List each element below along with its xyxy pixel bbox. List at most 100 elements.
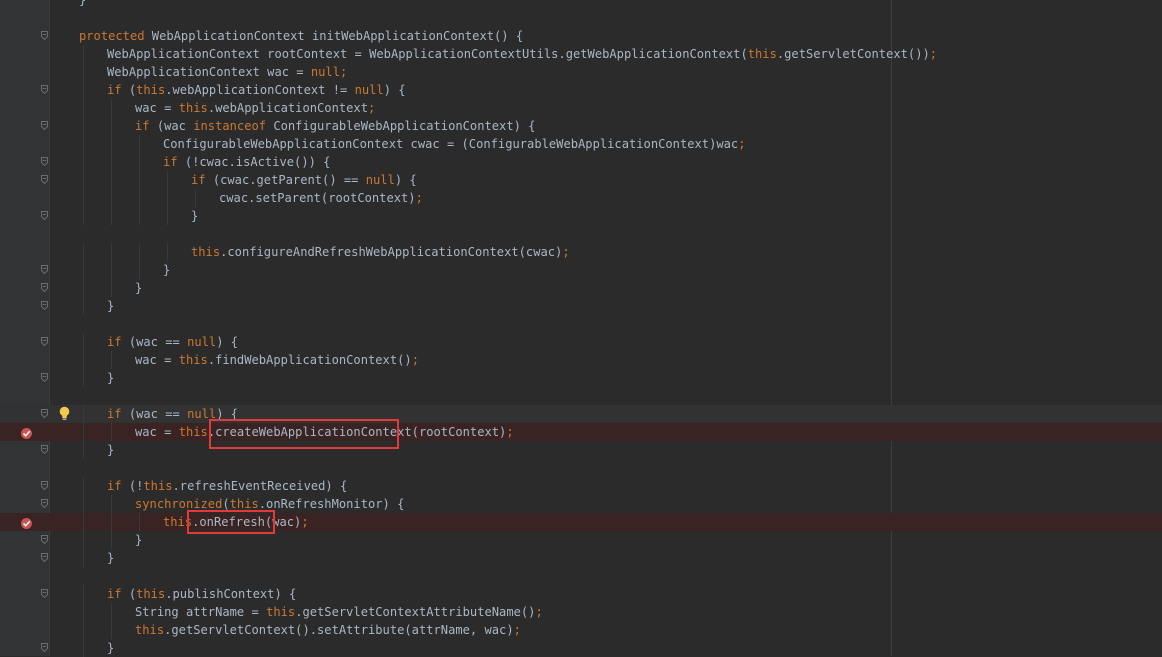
code-line[interactable]: } — [0, 531, 1162, 549]
code-text: protected WebApplicationContext initWebA… — [79, 27, 523, 45]
code-line[interactable]: wac = this.findWebApplicationContext(); — [0, 351, 1162, 369]
fold-marker-icon[interactable] — [41, 445, 48, 454]
keyword-token: ; — [513, 623, 521, 637]
keyword-token: this — [747, 47, 777, 61]
indent-guide — [83, 495, 84, 513]
code-line[interactable]: this.getServletContext().setAttribute(at… — [0, 621, 1162, 639]
code-text: } — [107, 639, 114, 657]
code-token: ) { — [216, 335, 239, 349]
code-token: } — [135, 533, 143, 547]
fold-marker-icon[interactable] — [41, 643, 48, 652]
code-line[interactable]: if (!cwac.isActive()) { — [0, 153, 1162, 171]
code-line[interactable]: WebApplicationContext rootContext = WebA… — [0, 45, 1162, 63]
fold-marker-icon[interactable] — [41, 211, 48, 220]
code-editor[interactable]: } protected WebApplicationContext initWeb… — [0, 0, 1162, 657]
intention-bulb-icon[interactable] — [58, 406, 71, 421]
fold-marker-icon[interactable] — [41, 337, 48, 346]
code-line[interactable]: } — [0, 639, 1162, 657]
indent-guide — [83, 585, 84, 603]
code-text: } — [79, 0, 86, 9]
code-token: ) { — [383, 83, 406, 97]
code-token: ( — [121, 587, 137, 601]
keyword-token: ; — [301, 515, 309, 529]
code-line[interactable]: if (!this.refreshEventReceived) { — [0, 477, 1162, 495]
indent-guide — [111, 261, 112, 279]
code-line[interactable]: } — [0, 369, 1162, 387]
code-line[interactable]: if (wac == null) { — [0, 333, 1162, 351]
breakpoint-icon[interactable] — [20, 515, 33, 529]
fold-marker-icon[interactable] — [41, 283, 48, 292]
code-line[interactable]: synchronized(this.onRefreshMonitor) { — [0, 495, 1162, 513]
code-line[interactable] — [0, 387, 1162, 405]
fold-marker-icon[interactable] — [41, 589, 48, 598]
keyword-token: if — [107, 335, 122, 349]
keyword-token: ; — [415, 191, 423, 205]
fold-marker-icon[interactable] — [41, 265, 48, 274]
code-line[interactable]: cwac.setParent(rootContext); — [0, 189, 1162, 207]
code-text: if (wac instanceof ConfigurableWebApplic… — [135, 117, 535, 135]
code-line[interactable]: String attrName = this.getServletContext… — [0, 603, 1162, 621]
fold-marker-icon[interactable] — [41, 31, 48, 40]
fold-marker-icon[interactable] — [41, 553, 48, 562]
code-line[interactable]: WebApplicationContext wac = null; — [0, 63, 1162, 81]
code-line[interactable]: ConfigurableWebApplicationContext cwac =… — [0, 135, 1162, 153]
code-line[interactable]: wac = this.createWebApplicationContext(r… — [0, 423, 1162, 441]
code-line[interactable]: } — [0, 261, 1162, 279]
code-text: this.getServletContext().setAttribute(at… — [135, 621, 521, 639]
code-line[interactable]: this.configureAndRefreshWebApplicationCo… — [0, 243, 1162, 261]
breakpoint-icon[interactable] — [20, 425, 33, 439]
code-line[interactable]: } — [0, 279, 1162, 297]
code-token: } — [191, 209, 199, 223]
code-line[interactable] — [0, 9, 1162, 27]
code-line[interactable]: wac = this.webApplicationContext; — [0, 99, 1162, 117]
indent-guide — [139, 261, 140, 279]
code-text: WebApplicationContext wac = null; — [107, 63, 347, 81]
code-line[interactable] — [0, 225, 1162, 243]
code-line[interactable]: if (this.webApplicationContext != null) … — [0, 81, 1162, 99]
indent-guide — [83, 153, 84, 171]
code-token: WebApplicationContext initWebApplication… — [144, 29, 524, 43]
code-text: if (!this.refreshEventReceived) { — [107, 477, 347, 495]
indent-guide — [167, 189, 168, 207]
code-line[interactable]: if (wac == null) { — [0, 405, 1162, 423]
code-line[interactable] — [0, 315, 1162, 333]
indent-guide — [83, 603, 84, 621]
fold-marker-icon[interactable] — [41, 175, 48, 184]
fold-marker-icon[interactable] — [41, 157, 48, 166]
indent-guide — [167, 207, 168, 225]
code-line[interactable]: } — [0, 0, 1162, 9]
indent-guide — [83, 135, 84, 153]
keyword-token: instanceof — [193, 119, 267, 133]
keyword-token: ; — [368, 101, 376, 115]
code-text: wac = this.findWebApplicationContext(); — [135, 351, 419, 369]
fold-marker-icon[interactable] — [41, 373, 48, 382]
fold-marker-icon[interactable] — [41, 121, 48, 130]
fold-marker-icon[interactable] — [41, 499, 48, 508]
code-token: cwac.setParent(rootContext) — [219, 191, 416, 205]
fold-marker-icon[interactable] — [41, 85, 48, 94]
code-line[interactable]: protected WebApplicationContext initWebA… — [0, 27, 1162, 45]
indent-guide — [83, 117, 84, 135]
code-line[interactable]: } — [0, 549, 1162, 567]
fold-marker-icon[interactable] — [41, 301, 48, 310]
code-line[interactable] — [0, 459, 1162, 477]
fold-marker-icon[interactable] — [41, 481, 48, 490]
code-text: } — [135, 279, 142, 297]
fold-marker-icon[interactable] — [41, 409, 48, 418]
code-line[interactable]: } — [0, 441, 1162, 459]
code-line[interactable]: if (wac instanceof ConfigurableWebApplic… — [0, 117, 1162, 135]
indent-guide — [111, 531, 112, 549]
keyword-token: if — [163, 155, 178, 169]
code-line[interactable]: this.onRefresh(wac); — [0, 513, 1162, 531]
indent-guide — [111, 117, 112, 135]
code-line[interactable]: if (this.publishContext) { — [0, 585, 1162, 603]
keyword-token: ; — [506, 425, 514, 439]
code-token: wac = — [135, 353, 179, 367]
code-line[interactable]: } — [0, 207, 1162, 225]
code-line[interactable] — [0, 567, 1162, 585]
indent-guide — [167, 243, 168, 261]
code-line[interactable]: if (cwac.getParent() == null) { — [0, 171, 1162, 189]
keyword-token: if — [135, 119, 150, 133]
code-line[interactable]: } — [0, 297, 1162, 315]
fold-marker-icon[interactable] — [41, 535, 48, 544]
